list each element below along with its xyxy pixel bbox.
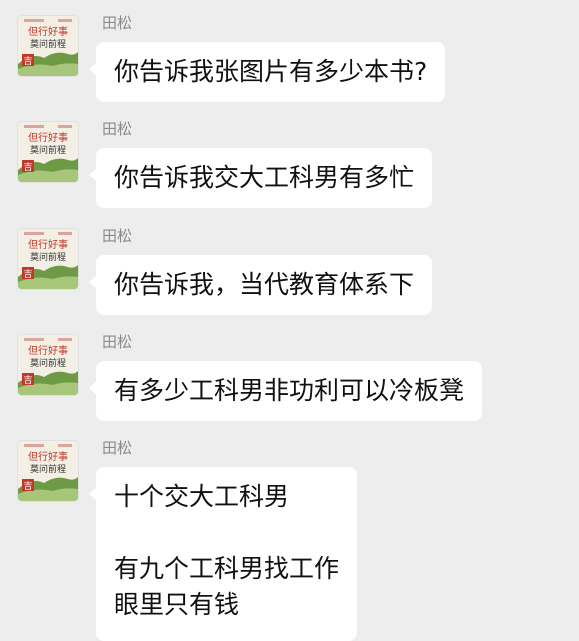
avatar-image: 但行好事 莫问前程 吉 [18, 122, 78, 182]
avatar-text-line1: 但行好事 [28, 344, 68, 357]
sender-name: 田松 [102, 120, 133, 138]
avatar-text-line2: 莫问前程 [30, 357, 66, 369]
avatar-stamp: 吉 [23, 375, 32, 386]
avatar-text-line1: 但行好事 [28, 25, 68, 38]
avatar-text-line2: 莫问前程 [30, 463, 66, 475]
avatar-image: 但行好事 莫问前程 吉 [18, 229, 78, 289]
message-text-line: 有九个工科男找工作 [114, 554, 340, 583]
avatar-text-line1: 但行好事 [28, 450, 68, 463]
avatar[interactable]: 但行好事 莫问前程 吉 [18, 335, 78, 395]
sender-name: 田松 [102, 439, 133, 457]
avatar-image: 但行好事 莫问前程 吉 [18, 16, 78, 76]
avatar[interactable]: 但行好事 莫问前程 吉 [18, 16, 78, 76]
message-bubble[interactable]: 你告诉我交大工科男有多忙 [88, 148, 433, 208]
message-bubble[interactable]: 有多少工科男非功利可以冷板凳 [88, 361, 483, 421]
message-text-line: 十个交大工科男 [114, 482, 290, 511]
avatar-image: 但行好事 莫问前程 吉 [18, 441, 78, 501]
message-text: 有多少工科男非功利可以冷板凳 [114, 376, 465, 405]
message-text-line: 眼里只有钱 [114, 590, 240, 619]
message-text: 你告诉我，当代教育体系下 [114, 270, 415, 299]
avatar-stamp: 吉 [23, 481, 32, 492]
sender-name: 田松 [102, 227, 133, 245]
message-bubble[interactable]: 十个交大工科男 有九个工科男找工作 眼里只有钱 [88, 467, 358, 641]
chat-message-list[interactable]: 但行好事 莫问前程 吉 田松 你告诉我张图片有多少本书? 但行好事 莫问前程 吉… [0, 0, 579, 641]
avatar-stamp: 吉 [23, 162, 32, 173]
avatar-text-line2: 莫问前程 [30, 144, 66, 156]
avatar-text-line2: 莫问前程 [30, 38, 66, 50]
avatar-text-line1: 但行好事 [28, 238, 68, 251]
message-text: 你告诉我交大工科男有多忙 [114, 163, 415, 192]
avatar[interactable]: 但行好事 莫问前程 吉 [18, 122, 78, 182]
avatar-text-line2: 莫问前程 [30, 251, 66, 263]
avatar[interactable]: 但行好事 莫问前程 吉 [18, 229, 78, 289]
message-text: 你告诉我张图片有多少本书? [114, 57, 428, 86]
message-bubble[interactable]: 你告诉我，当代教育体系下 [88, 255, 433, 315]
avatar-image: 但行好事 莫问前程 吉 [18, 335, 78, 395]
avatar-stamp: 吉 [23, 56, 32, 67]
sender-name: 田松 [102, 333, 133, 351]
avatar-stamp: 吉 [23, 269, 32, 280]
avatar-text-line1: 但行好事 [28, 131, 68, 144]
message-bubble[interactable]: 你告诉我张图片有多少本书? [88, 42, 446, 102]
sender-name: 田松 [102, 14, 133, 32]
avatar[interactable]: 但行好事 莫问前程 吉 [18, 441, 78, 501]
